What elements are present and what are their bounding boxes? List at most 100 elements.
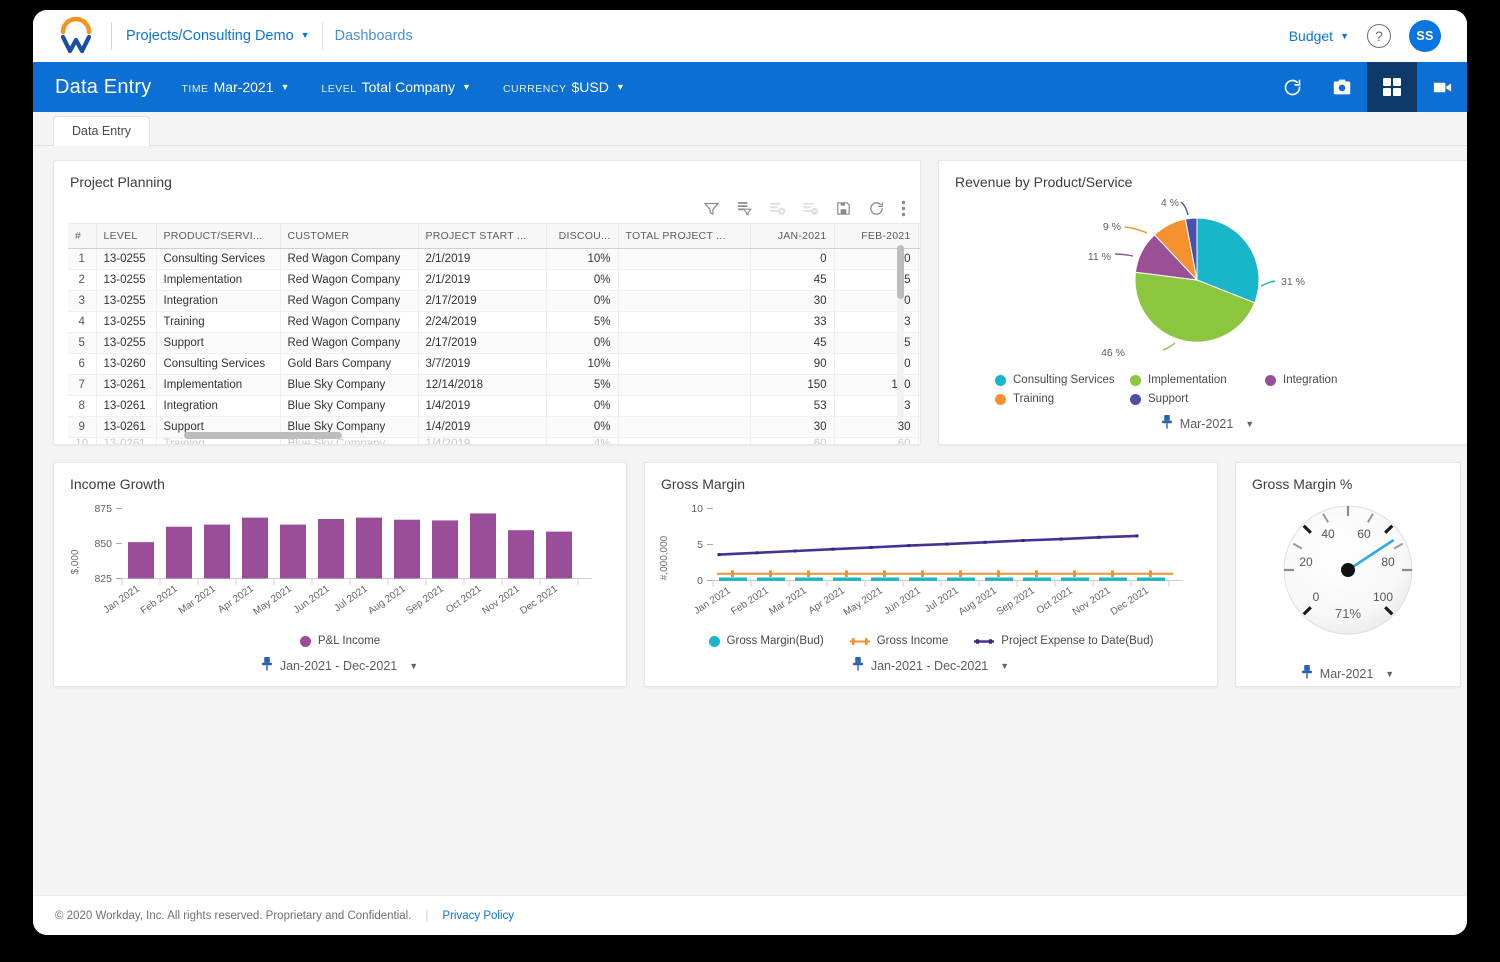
save-icon[interactable] (835, 200, 852, 217)
table-row[interactable]: 413-0255TrainingRed Wagon Company2/24/20… (68, 312, 920, 333)
col-product-service[interactable]: PRODUCT/SERVI... (156, 224, 280, 249)
dashboard-row-top: Project Planning (53, 160, 1447, 445)
filter-icon[interactable] (703, 200, 720, 217)
filter-time[interactable]: TIMEMar-2021▼ (181, 79, 289, 95)
top-bar-actions: Budget▼ ? SS (1289, 20, 1449, 52)
grid-scroll-region[interactable]: # LEVEL PRODUCT/SERVI... CUSTOMER PROJEC… (54, 223, 920, 444)
cell-product: Consulting Services (156, 354, 280, 375)
budget-selector[interactable]: Budget▼ (1289, 28, 1349, 44)
cell-discount: 0% (546, 333, 618, 354)
vertical-scrollbar[interactable] (897, 245, 904, 420)
refresh-icon[interactable] (868, 200, 885, 217)
col-index[interactable]: # (68, 224, 96, 249)
remove-row-icon[interactable] (802, 200, 819, 217)
cell-level: 13-0261 (96, 375, 156, 396)
question-circle-icon[interactable]: ? (1367, 24, 1391, 48)
cell-index: 8 (68, 396, 96, 417)
cell-discount: 5% (546, 312, 618, 333)
col-discount[interactable]: DISCOU... (546, 224, 618, 249)
grid-view-icon[interactable] (1367, 62, 1417, 112)
cell-product: Training (156, 312, 280, 333)
cell-level: 13-0261 (96, 396, 156, 417)
dashboards-link[interactable]: Dashboards (335, 28, 413, 44)
refresh-icon[interactable] (1267, 62, 1317, 112)
cell-jan: 30 (750, 291, 834, 312)
filter-edit-icon[interactable] (736, 200, 753, 217)
workday-logo-icon[interactable] (55, 16, 97, 56)
filter-level-label: LEVEL (321, 83, 356, 95)
filter-level[interactable]: LEVELTotal Company▼ (321, 79, 471, 95)
bar-oct (470, 513, 496, 578)
cell-discount: 10% (546, 354, 618, 375)
col-total-project[interactable]: TOTAL PROJECT ... (618, 224, 750, 249)
cell-total (618, 249, 750, 270)
tab-strip: Data Entry (33, 112, 1467, 146)
privacy-policy-link[interactable]: Privacy Policy (442, 910, 514, 922)
breadcrumb-label: Projects/Consulting Demo (126, 28, 294, 44)
legend-item-training[interactable]: Training (995, 393, 1130, 405)
cell-feb: 150 (834, 375, 918, 396)
col-customer[interactable]: CUSTOMER (280, 224, 418, 249)
horizontal-scrollbar[interactable] (184, 432, 784, 439)
cell-jan: 90 (750, 354, 834, 375)
avatar[interactable]: SS (1409, 20, 1441, 52)
chevron-down-icon: ▼ (1245, 419, 1254, 429)
gauge-tick-40: 40 (1321, 527, 1335, 541)
chevron-down-icon: ▼ (616, 82, 625, 92)
cell-index: 4 (68, 312, 96, 333)
cell-customer: Red Wagon Company (280, 270, 418, 291)
legend-dash-icon (850, 637, 870, 646)
app-window: Projects/Consulting Demo▼ Dashboards Bud… (33, 10, 1467, 935)
pin-icon (1162, 415, 1172, 432)
cell-level: 13-0255 (96, 333, 156, 354)
pie-period-selector[interactable]: Mar-2021 ▼ (939, 405, 1467, 444)
cell-spacer (918, 312, 920, 333)
gross-margin-chart: #,000,000 10 5 0 (645, 500, 1217, 637)
cell-level: 13-0255 (96, 249, 156, 270)
cell-level: 13-0260 (96, 354, 156, 375)
table-row[interactable]: 613-0260Consulting ServicesGold Bars Com… (68, 354, 920, 375)
y-axis-label: $,000 (70, 549, 81, 574)
cell-spacer (918, 249, 920, 270)
breadcrumb-project-selector[interactable]: Projects/Consulting Demo▼ (126, 28, 310, 44)
income-growth-period-selector[interactable]: Jan-2021 - Dec-2021 ▼ (54, 647, 626, 686)
table-row[interactable]: 713-0261ImplementationBlue Sky Company12… (68, 375, 920, 396)
table-row[interactable]: 313-0255IntegrationRed Wagon Company2/17… (68, 291, 920, 312)
x-tick: Aug 2021 (366, 583, 408, 617)
table-row[interactable]: 513-0255SupportRed Wagon Company2/17/201… (68, 333, 920, 354)
cell-jan: 45 (750, 270, 834, 291)
x-tick: Jan 2021 (102, 583, 142, 616)
pie-label-implementation: 46 % (1101, 347, 1125, 359)
bar-aug (394, 520, 420, 579)
gross-margin-period-selector[interactable]: Jan-2021 - Dec-2021 ▼ (645, 647, 1217, 686)
card-title-gross-margin-percent: Gross Margin % (1236, 463, 1460, 500)
table-row[interactable]: 813-0261IntegrationBlue Sky Company1/4/2… (68, 396, 920, 417)
more-options-icon[interactable] (901, 200, 906, 217)
cell-start: 2/1/2019 (418, 270, 546, 291)
line-chart-svg: #,000,000 10 5 0 (645, 500, 1217, 632)
pie-label-support: 4 % (1161, 198, 1179, 209)
cell-total (618, 312, 750, 333)
cell-feb: 60 (834, 438, 918, 445)
cell-index: 10 (68, 438, 96, 445)
add-row-icon[interactable] (769, 200, 786, 217)
filter-currency[interactable]: CURRENCY$USD▼ (503, 79, 625, 95)
cell-feb: 33 (834, 312, 918, 333)
video-icon[interactable] (1417, 62, 1467, 112)
table-row[interactable]: 213-0255ImplementationRed Wagon Company2… (68, 270, 920, 291)
y-tick: 825 (94, 573, 112, 585)
col-level[interactable]: LEVEL (96, 224, 156, 249)
cell-spacer (918, 270, 920, 291)
col-feb-2021[interactable]: FEB-2021 (834, 224, 918, 249)
gauge-period-selector[interactable]: Mar-2021 ▼ (1236, 655, 1460, 694)
x-tick: May 2021 (842, 585, 885, 618)
table-row[interactable]: 113-0255Consulting ServicesRed Wagon Com… (68, 249, 920, 270)
cell-feb: 45 (834, 333, 918, 354)
col-jan-2021[interactable]: JAN-2021 (750, 224, 834, 249)
col-project-start[interactable]: PROJECT START ... (418, 224, 546, 249)
tab-data-entry[interactable]: Data Entry (53, 116, 150, 146)
camera-icon[interactable] (1317, 62, 1367, 112)
legend-item-support[interactable]: Support (1130, 393, 1265, 405)
bar-jul (356, 518, 382, 579)
cell-start: 2/24/2019 (418, 312, 546, 333)
